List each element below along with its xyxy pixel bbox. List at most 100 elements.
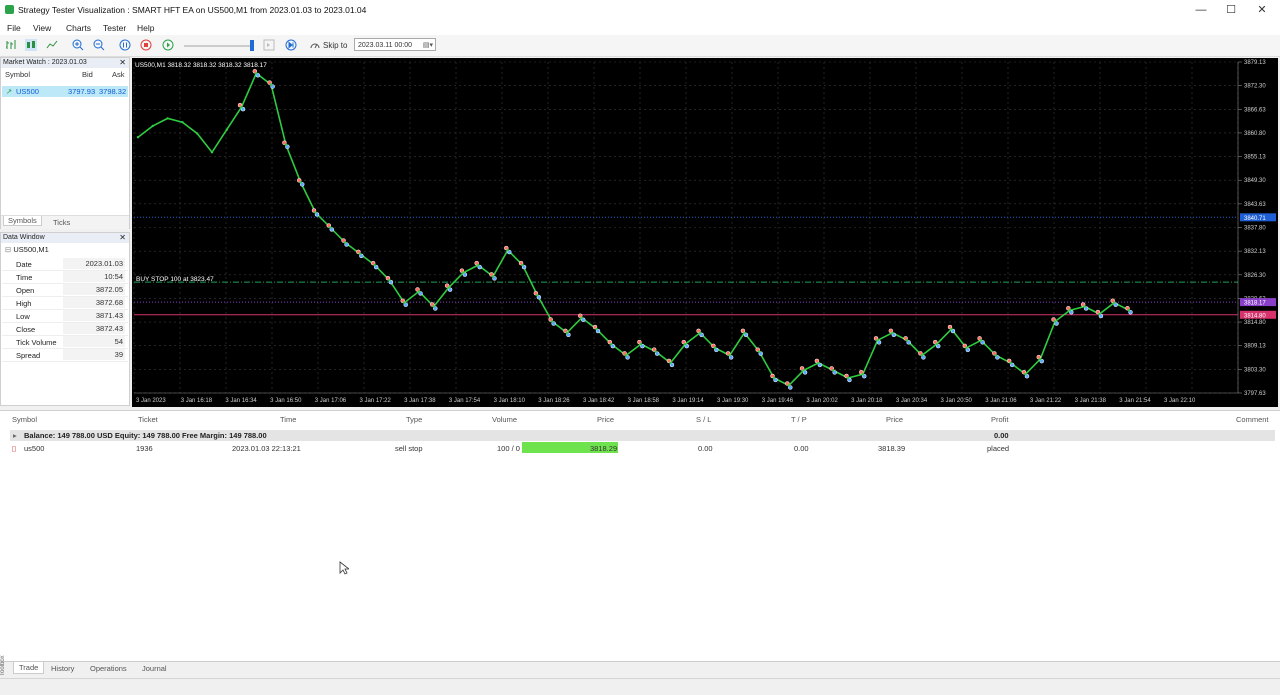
mouse-cursor-icon [339, 561, 349, 575]
tab-history[interactable]: History [51, 664, 74, 673]
stop-icon[interactable] [140, 39, 152, 51]
price-point [580, 316, 583, 319]
line-chart-icon[interactable] [46, 39, 58, 51]
y-tick-label: 3832.13 [1244, 249, 1266, 255]
price-chart-svg[interactable]: US500,M1 3818.32 3818.32 3818.32 3818.17… [132, 58, 1278, 407]
y-tick-label: 3872.30 [1244, 84, 1266, 90]
mw-bid: 3797.93 [68, 87, 96, 96]
price-tag-label: 3818.17 [1244, 301, 1266, 307]
col-bid[interactable]: Bid [82, 70, 93, 79]
bar-chart-icon[interactable] [5, 39, 17, 51]
tab-trade[interactable]: Trade [13, 662, 45, 674]
price-point [225, 128, 228, 131]
price-point [417, 290, 421, 293]
price-point [743, 331, 746, 335]
order-profit: placed [987, 444, 1010, 453]
price-point [210, 151, 214, 154]
menu-help[interactable]: Help [137, 23, 154, 33]
skip-to-label: Skip to [323, 41, 348, 50]
order-current-price: 3818.39 [878, 444, 906, 453]
speed-slider-track[interactable] [184, 45, 254, 47]
price-point [846, 376, 850, 380]
skip-to-datetime-input[interactable]: 2023.03.11 00:00 ▤▾ [354, 38, 436, 51]
x-tick-label: 3 Jan 21:54 [1119, 398, 1151, 404]
x-tick-label: 3 Jan 17:54 [449, 398, 481, 404]
x-tick-label: 3 Jan 21:22 [1030, 398, 1062, 404]
price-point [669, 361, 672, 365]
price-point [639, 342, 643, 346]
price-point [876, 339, 879, 342]
tab-journal[interactable]: Journal [142, 664, 167, 673]
th-type[interactable]: Type [406, 415, 422, 424]
price-point [1113, 301, 1116, 304]
price-point [462, 271, 465, 274]
zoom-in-icon[interactable] [72, 39, 84, 51]
price-chart[interactable]: US500,M1 3818.32 3818.32 3818.32 3818.17… [132, 58, 1278, 407]
col-ask[interactable]: Ask [112, 70, 125, 79]
market-watch-header: Market Watch : 2023.01.03 ✕ [1, 58, 129, 68]
menu-file[interactable]: File [7, 23, 21, 33]
calendar-dropdown-icon[interactable]: ▤▾ [423, 39, 433, 52]
price-point [432, 305, 436, 308]
price-point [521, 263, 524, 267]
x-tick-label: 3 Jan 20:34 [896, 398, 928, 404]
play-icon[interactable] [162, 39, 174, 51]
price-point [965, 346, 968, 350]
market-watch-row[interactable]: ↗ US500 3797.93 3798.32 [2, 86, 128, 97]
price-point [1068, 309, 1072, 312]
th-profit[interactable]: Profit [991, 415, 1009, 424]
menu-tester[interactable]: Tester [103, 23, 126, 33]
x-tick-label: 3 Jan 16:18 [181, 398, 213, 404]
th-price[interactable]: Price [597, 415, 614, 424]
price-point [684, 342, 687, 346]
data-window-close-icon[interactable]: ✕ [119, 233, 126, 243]
maximize-button[interactable]: ☐ [1216, 2, 1246, 18]
x-tick-label: 3 Jan 19:30 [717, 398, 749, 404]
toolbox-label: Toolbox [0, 655, 6, 676]
zoom-out-icon[interactable] [93, 39, 105, 51]
dw-row-close: Close 3872.43 [2, 322, 128, 336]
price-point [728, 354, 731, 357]
speed-slider-handle[interactable] [250, 40, 254, 51]
menu-view[interactable]: View [33, 23, 51, 33]
th-sl[interactable]: S / L [696, 415, 711, 424]
price-point [1127, 309, 1131, 312]
th-current-price[interactable]: Price [886, 415, 903, 424]
th-time[interactable]: Time [280, 415, 296, 424]
th-tp[interactable]: T / P [791, 415, 807, 424]
terminal-panel: Symbol Ticket Time Type Volume Price S /… [0, 410, 1280, 661]
y-tick-label: 3809.13 [1244, 344, 1266, 350]
data-window-panel: Data Window ✕ ⊟ US500,M1 Date 2023.01.03 … [0, 232, 130, 406]
price-point [299, 181, 302, 184]
menu-bar: File View Charts Tester Help [0, 20, 1280, 35]
menu-charts[interactable]: Charts [66, 23, 91, 33]
th-ticket[interactable]: Ticket [138, 415, 158, 424]
step-forward-icon[interactable] [285, 39, 297, 51]
dw-row-time: Time 10:54 [2, 270, 128, 284]
status-bar [0, 678, 1280, 695]
dw-row-tick-volume: Tick Volume 54 [2, 335, 128, 349]
price-point [935, 342, 938, 346]
minimize-button[interactable]: — [1186, 2, 1216, 18]
x-tick-label: 3 Jan 20:18 [851, 398, 883, 404]
balance-row[interactable]: ▸ Balance: 149 788.00 USD Equity: 149 78… [10, 430, 1275, 441]
tab-symbols[interactable]: Symbols [3, 216, 42, 226]
market-watch-close-icon[interactable]: ✕ [119, 58, 126, 68]
col-symbol[interactable]: Symbol [5, 70, 30, 79]
price-point [1039, 357, 1042, 361]
market-watch-title: Market Watch : 2023.01.03 [3, 59, 87, 66]
terminal-tabs: Trade History Operations Journal [0, 661, 1280, 676]
th-symbol[interactable]: Symbol [12, 415, 37, 424]
x-tick-label: 3 Jan 21:06 [985, 398, 1017, 404]
pause-icon[interactable] [119, 39, 131, 51]
close-button[interactable]: ✕ [1247, 2, 1277, 18]
tab-operations[interactable]: Operations [90, 664, 127, 673]
candles-icon[interactable] [25, 39, 37, 51]
price-point [802, 369, 805, 372]
dw-row-low: Low 3871.43 [2, 309, 128, 323]
tab-ticks[interactable]: Ticks [53, 218, 70, 227]
th-volume[interactable]: Volume [492, 415, 517, 424]
x-tick-label: 3 Jan 18:26 [538, 398, 570, 404]
th-comment[interactable]: Comment [1236, 415, 1269, 424]
collapse-icon[interactable]: ⊟ [5, 245, 11, 254]
